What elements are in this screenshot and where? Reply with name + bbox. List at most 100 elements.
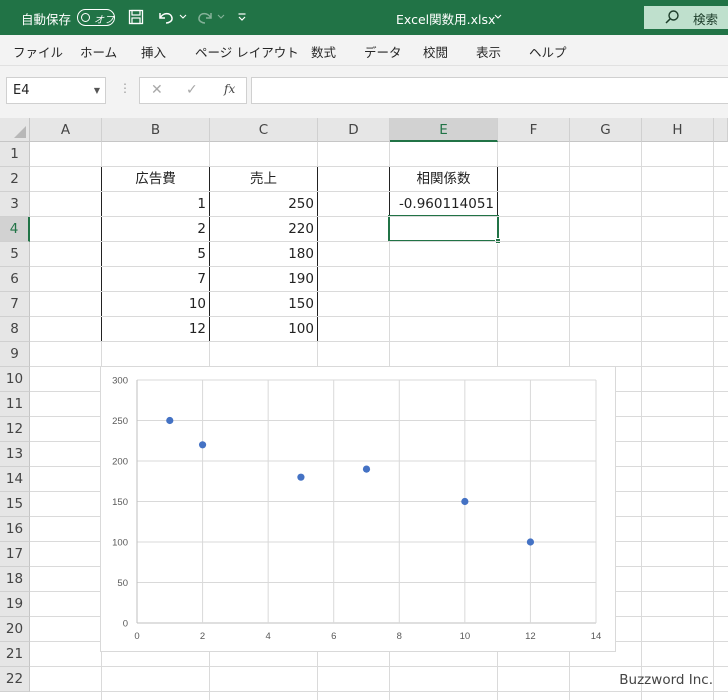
name-box-dropdown-icon[interactable]: ▼ bbox=[94, 86, 100, 95]
x-tick-label: 6 bbox=[331, 631, 336, 642]
table-cell[interactable]: 10 bbox=[101, 291, 210, 317]
search-icon bbox=[664, 9, 680, 29]
data-point[interactable] bbox=[297, 473, 305, 481]
y-tick-label: 200 bbox=[112, 457, 128, 468]
table-cell[interactable]: 7 bbox=[101, 266, 210, 292]
cancel-icon[interactable]: ✕ bbox=[151, 82, 163, 98]
correlation-header[interactable]: 相関係数 bbox=[389, 166, 498, 192]
row-header-3[interactable]: 3 bbox=[0, 192, 30, 217]
data-point[interactable] bbox=[526, 538, 535, 546]
tab-insert[interactable]: 挿入 bbox=[141, 42, 166, 61]
enter-icon[interactable]: ✓ bbox=[186, 82, 198, 98]
tab-formulas[interactable]: 数式 bbox=[311, 42, 336, 61]
row-header-4[interactable]: 4 bbox=[0, 217, 30, 242]
customize-toolbar-icon[interactable] bbox=[235, 6, 249, 28]
redo-icon[interactable] bbox=[194, 6, 216, 28]
document-title: Excel関数用.xlsx bbox=[396, 12, 496, 27]
table-cell[interactable]: 250 bbox=[209, 191, 318, 217]
formula-bar-grip-icon[interactable]: ⋮ bbox=[119, 81, 131, 95]
column-header-b[interactable]: B bbox=[102, 118, 210, 142]
row-header-10[interactable]: 10 bbox=[0, 367, 30, 392]
data-point[interactable] bbox=[461, 497, 469, 506]
scatter-chart[interactable]: 0 50 100 150 200 250 300 0 2 4 6 8 10 12 14 bbox=[100, 366, 616, 652]
column-header-g[interactable]: G bbox=[570, 118, 642, 142]
x-tick-label: 4 bbox=[265, 631, 270, 642]
tab-page-layout[interactable]: ページ レイアウト bbox=[195, 42, 299, 61]
table-header-sales[interactable]: 売上 bbox=[209, 166, 318, 192]
tab-help[interactable]: ヘルプ bbox=[529, 42, 567, 61]
row-header-21[interactable]: 21 bbox=[0, 642, 30, 667]
x-tick-label: 10 bbox=[460, 631, 471, 642]
table-cell[interactable]: 5 bbox=[101, 241, 210, 267]
x-tick-label: 14 bbox=[591, 631, 602, 642]
y-tick-label: 0 bbox=[123, 619, 128, 630]
row-header-16[interactable]: 16 bbox=[0, 517, 30, 542]
x-tick-label: 0 bbox=[134, 631, 139, 642]
data-point[interactable] bbox=[362, 465, 371, 473]
row-header-15[interactable]: 15 bbox=[0, 492, 30, 517]
data-point[interactable] bbox=[198, 441, 207, 449]
row-header-22[interactable]: 22 bbox=[0, 667, 30, 692]
tab-home[interactable]: ホーム bbox=[80, 42, 117, 61]
formula-input[interactable] bbox=[251, 77, 728, 104]
row-header-1[interactable]: 1 bbox=[0, 142, 30, 167]
table-cell[interactable]: 100 bbox=[209, 316, 318, 342]
column-header-next[interactable] bbox=[714, 118, 728, 142]
row-header-13[interactable]: 13 bbox=[0, 442, 30, 467]
row-header-11[interactable]: 11 bbox=[0, 392, 30, 417]
insert-function-button[interactable]: fx bbox=[224, 82, 235, 96]
row-header-12[interactable]: 12 bbox=[0, 417, 30, 442]
column-header-a[interactable]: A bbox=[30, 118, 102, 142]
row-header-5[interactable]: 5 bbox=[0, 242, 30, 267]
row-header-9[interactable]: 9 bbox=[0, 342, 30, 367]
row-gridline bbox=[30, 666, 728, 667]
table-cell[interactable]: 180 bbox=[209, 241, 318, 267]
tab-view[interactable]: 表示 bbox=[476, 42, 501, 61]
table-cell[interactable]: 12 bbox=[101, 316, 210, 342]
autosave-label: 自動保存 bbox=[21, 12, 72, 27]
name-box[interactable]: E4 ▼ bbox=[6, 77, 106, 104]
active-cell-e4[interactable] bbox=[388, 215, 501, 244]
row-header-8[interactable]: 8 bbox=[0, 317, 30, 342]
y-tick-label: 300 bbox=[112, 376, 128, 387]
x-tick-label: 8 bbox=[397, 631, 402, 642]
row-header-18[interactable]: 18 bbox=[0, 567, 30, 592]
autosave-toggle-state: オフ bbox=[94, 15, 114, 26]
tab-file[interactable]: ファイル bbox=[13, 42, 63, 61]
row-header-14[interactable]: 14 bbox=[0, 467, 30, 492]
data-point[interactable] bbox=[166, 416, 174, 425]
save-icon[interactable] bbox=[126, 6, 146, 28]
column-header-e[interactable]: E bbox=[390, 118, 498, 142]
tab-review[interactable]: 校閲 bbox=[423, 42, 448, 61]
table-cell[interactable]: 2 bbox=[101, 216, 210, 242]
row-header-17[interactable]: 17 bbox=[0, 542, 30, 567]
row-header-19[interactable]: 19 bbox=[0, 592, 30, 617]
column-header-h[interactable]: H bbox=[642, 118, 714, 142]
column-header-c[interactable]: C bbox=[210, 118, 318, 142]
correlation-value[interactable]: -0.960114051 bbox=[389, 191, 498, 217]
row-header-7[interactable]: 7 bbox=[0, 292, 30, 317]
column-header-f[interactable]: F bbox=[498, 118, 570, 142]
autosave-toggle[interactable]: オフ bbox=[77, 9, 115, 26]
table-cell[interactable]: 1 bbox=[101, 191, 210, 217]
column-header-d[interactable]: D bbox=[318, 118, 390, 142]
worksheet-grid[interactable]: A B C D E F G H 1 2 3 4 5 6 7 8 9 10 11 12 13 14 15 16 1… bbox=[0, 118, 728, 700]
title-dropdown-icon[interactable] bbox=[492, 6, 504, 28]
tab-data[interactable]: データ bbox=[364, 42, 402, 61]
redo-dropdown-icon[interactable] bbox=[216, 6, 226, 28]
undo-icon[interactable] bbox=[155, 6, 177, 28]
row-gridline bbox=[30, 216, 728, 217]
row-gridline bbox=[30, 191, 728, 192]
y-tick-label: 150 bbox=[112, 497, 128, 508]
table-header-ad-cost[interactable]: 広告費 bbox=[101, 166, 210, 192]
table-cell[interactable]: 190 bbox=[209, 266, 318, 292]
row-header-2[interactable]: 2 bbox=[0, 167, 30, 192]
watermark-text: Buzzword Inc. bbox=[619, 672, 713, 688]
table-cell[interactable]: 220 bbox=[209, 216, 318, 242]
select-all-button[interactable] bbox=[0, 118, 30, 142]
search-box[interactable]: 検索 bbox=[644, 6, 728, 29]
row-header-20[interactable]: 20 bbox=[0, 617, 30, 642]
table-cell[interactable]: 150 bbox=[209, 291, 318, 317]
undo-dropdown-icon[interactable] bbox=[178, 6, 188, 28]
row-header-6[interactable]: 6 bbox=[0, 267, 30, 292]
